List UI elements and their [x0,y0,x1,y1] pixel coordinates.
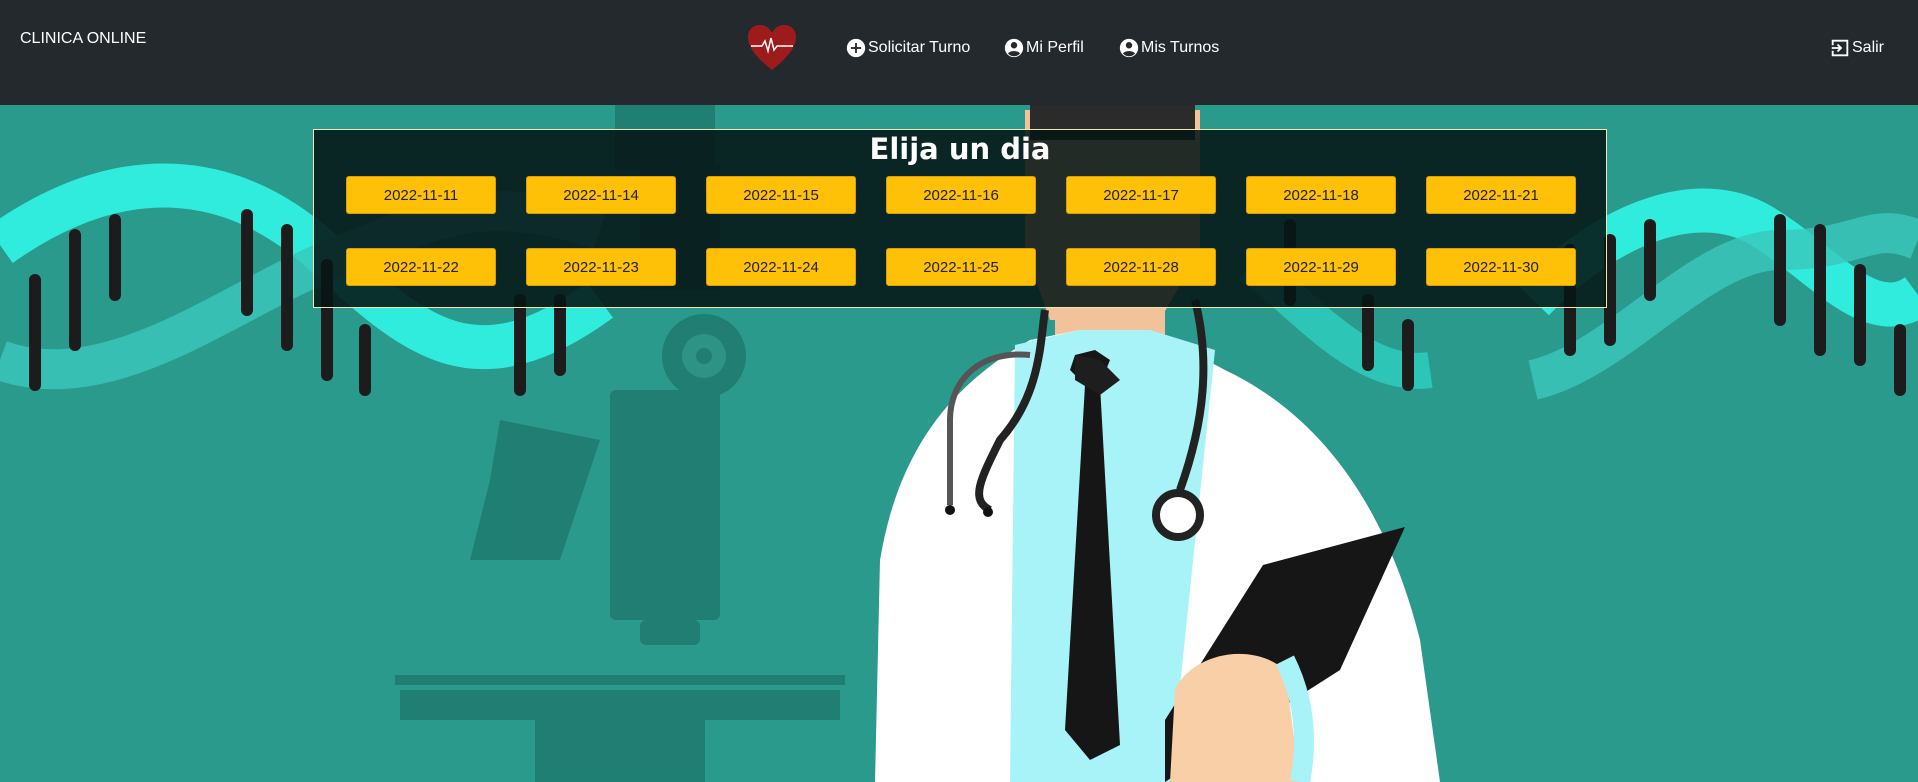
day-button[interactable]: 2022-11-16 [886,176,1036,214]
nav-solicitar-turno-label: Solicitar Turno [868,39,971,56]
user-circle-icon [1119,38,1139,58]
day-button[interactable]: 2022-11-11 [346,176,496,214]
day-button[interactable]: 2022-11-21 [1426,176,1576,214]
day-button[interactable]: 2022-11-18 [1246,176,1396,214]
nav-solicitar-turno[interactable]: Solicitar Turno [845,36,970,60]
day-button[interactable]: 2022-11-29 [1246,248,1396,286]
day-button[interactable]: 2022-11-28 [1066,248,1216,286]
user-circle-icon [1004,38,1024,58]
logout-icon [1831,39,1849,57]
top-navbar: CLINICA ONLINE Solicitar Turno Mi Perfil… [0,0,1918,105]
nav-mi-perfil-label: Mi Perfil [1026,39,1084,56]
day-button[interactable]: 2022-11-25 [886,248,1036,286]
day-button[interactable]: 2022-11-30 [1426,248,1576,286]
nav-mis-turnos[interactable]: Mis Turnos [1118,36,1219,60]
logout-button[interactable]: Salir [1829,36,1884,60]
heart-pulse-icon [748,25,796,70]
day-button[interactable]: 2022-11-24 [706,248,856,286]
nav-mis-turnos-label: Mis Turnos [1141,39,1220,56]
plus-circle-icon [846,38,866,58]
day-button-grid: 2022-11-11 2022-11-14 2022-11-15 2022-11… [346,176,1576,286]
day-button[interactable]: 2022-11-23 [526,248,676,286]
day-button[interactable]: 2022-11-14 [526,176,676,214]
day-button[interactable]: 2022-11-15 [706,176,856,214]
panel-title: Elija un dia [869,132,1051,166]
nav-mi-perfil[interactable]: Mi Perfil [1003,36,1084,60]
background-illustration [0,0,1918,782]
logout-label: Salir [1852,39,1885,56]
day-picker-panel: Elija un dia 2022-11-11 2022-11-14 2022-… [313,129,1607,308]
brand-title: CLINICA ONLINE [20,30,147,47]
day-button[interactable]: 2022-11-22 [346,248,496,286]
day-button[interactable]: 2022-11-17 [1066,176,1216,214]
